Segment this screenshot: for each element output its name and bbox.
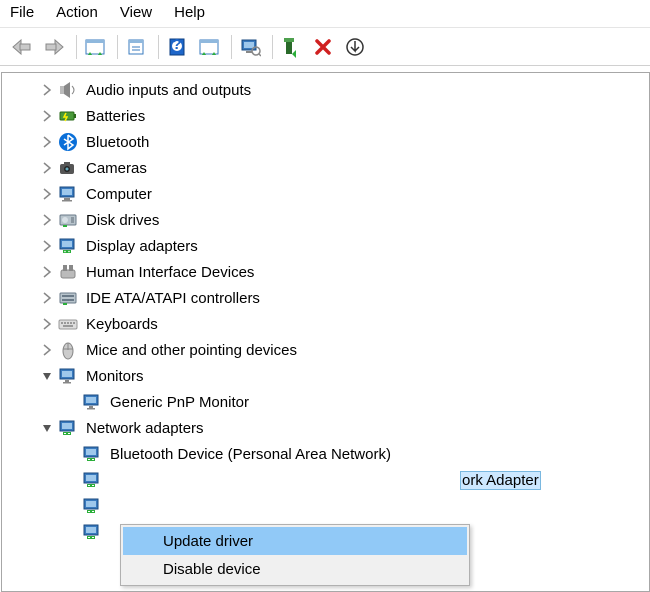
menu-file[interactable]: File — [10, 4, 34, 21]
monitor-icon — [82, 392, 102, 412]
svg-text:?: ? — [172, 37, 181, 53]
back-button[interactable] — [8, 34, 36, 60]
action-pane-button[interactable] — [195, 34, 223, 60]
tree-node-label[interactable]: IDE ATA/ATAPI controllers — [84, 289, 262, 308]
tree-node-label[interactable] — [108, 531, 112, 533]
expand-icon[interactable] — [40, 187, 54, 201]
network-icon — [82, 444, 102, 464]
tree-node[interactable]: ork Adapter — [2, 467, 649, 493]
monitor-icon — [58, 366, 78, 386]
context-menu-item[interactable]: Update driver — [123, 527, 467, 555]
keyboard-icon — [58, 314, 78, 334]
expand-icon[interactable] — [40, 161, 54, 175]
mouse-icon — [58, 340, 78, 360]
tree-node[interactable]: Generic PnP Monitor — [2, 389, 649, 415]
tree-node[interactable]: Cameras — [2, 155, 649, 181]
device-tree: Audio inputs and outputs Batteries Bluetoo… — [1, 72, 650, 592]
tree-node-label[interactable]: Batteries — [84, 107, 147, 126]
computer-icon — [58, 184, 78, 204]
expand-icon[interactable] — [40, 239, 54, 253]
tree-node[interactable]: IDE ATA/ATAPI controllers — [2, 285, 649, 311]
tree-node[interactable]: Computer — [2, 181, 649, 207]
menu-view[interactable]: View — [120, 4, 152, 21]
tree-node[interactable]: Human Interface Devices — [2, 259, 649, 285]
tree-node[interactable]: Mice and other pointing devices — [2, 337, 649, 363]
tree-node-label[interactable]: Monitors — [84, 367, 146, 386]
expand-icon[interactable] — [40, 291, 54, 305]
battery-icon — [58, 106, 78, 126]
properties-button[interactable] — [122, 34, 150, 60]
menu-action[interactable]: Action — [56, 4, 98, 21]
tree-node-label[interactable]: Bluetooth Device (Personal Area Network) — [108, 445, 393, 464]
tree-node[interactable]: Bluetooth — [2, 129, 649, 155]
tree-node-label[interactable] — [108, 505, 112, 507]
forward-button[interactable] — [40, 34, 68, 60]
tree-node[interactable]: Batteries — [2, 103, 649, 129]
expand-icon[interactable] — [40, 265, 54, 279]
scan-hardware-button[interactable] — [236, 34, 264, 60]
tree-node[interactable]: Monitors — [2, 363, 649, 389]
toolbar: ? — [0, 28, 650, 66]
tree-node[interactable]: Bluetooth Device (Personal Area Network) — [2, 441, 649, 467]
tree-node-label[interactable]: Mice and other pointing devices — [84, 341, 299, 360]
tree-node[interactable]: Audio inputs and outputs — [2, 77, 649, 103]
network-icon — [82, 522, 102, 542]
tree-node-label[interactable]: Audio inputs and outputs — [84, 81, 253, 100]
network-icon — [82, 496, 102, 516]
show-hide-console-button[interactable] — [81, 34, 109, 60]
expand-icon[interactable] — [40, 109, 54, 123]
expand-icon[interactable] — [40, 213, 54, 227]
context-menu: Update driverDisable device — [120, 524, 470, 586]
menubar: File Action View Help — [0, 0, 650, 28]
network-icon — [58, 418, 78, 438]
expand-icon[interactable] — [40, 83, 54, 97]
tree-node[interactable] — [2, 493, 649, 519]
tree-node-label[interactable]: Cameras — [84, 159, 149, 178]
disable-device-button[interactable] — [341, 34, 369, 60]
tree-node-label[interactable]: ork Adapter — [460, 471, 541, 490]
tree-node-label[interactable]: Bluetooth — [84, 133, 151, 152]
display-icon — [58, 236, 78, 256]
disk-icon — [58, 210, 78, 230]
tree-node[interactable]: Keyboards — [2, 311, 649, 337]
tree-node-label[interactable]: Network adapters — [84, 419, 206, 438]
update-driver-button[interactable] — [277, 34, 305, 60]
ide-icon — [58, 288, 78, 308]
bluetooth-icon — [58, 132, 78, 152]
network-icon — [82, 470, 102, 490]
expand-icon[interactable] — [40, 135, 54, 149]
context-menu-item[interactable]: Disable device — [123, 555, 467, 583]
tree-node-label[interactable]: Keyboards — [84, 315, 160, 334]
help-button[interactable]: ? — [163, 34, 191, 60]
tree-node[interactable]: Network adapters — [2, 415, 649, 441]
menu-help[interactable]: Help — [174, 4, 205, 21]
tree-node[interactable]: Disk drives — [2, 207, 649, 233]
tree-node-label[interactable]: Generic PnP Monitor — [108, 393, 251, 412]
tree-node-label[interactable]: Disk drives — [84, 211, 161, 230]
tree-node-label[interactable]: Display adapters — [84, 237, 200, 256]
collapse-icon[interactable] — [40, 369, 54, 383]
speaker-icon — [58, 80, 78, 100]
tree-node[interactable]: Display adapters — [2, 233, 649, 259]
hid-icon — [58, 262, 78, 282]
tree-node-label[interactable]: Computer — [84, 185, 154, 204]
collapse-icon[interactable] — [40, 421, 54, 435]
uninstall-device-button[interactable] — [309, 34, 337, 60]
tree-node-label[interactable]: Human Interface Devices — [84, 263, 256, 282]
camera-icon — [58, 158, 78, 178]
expand-icon[interactable] — [40, 317, 54, 331]
expand-icon[interactable] — [40, 343, 54, 357]
